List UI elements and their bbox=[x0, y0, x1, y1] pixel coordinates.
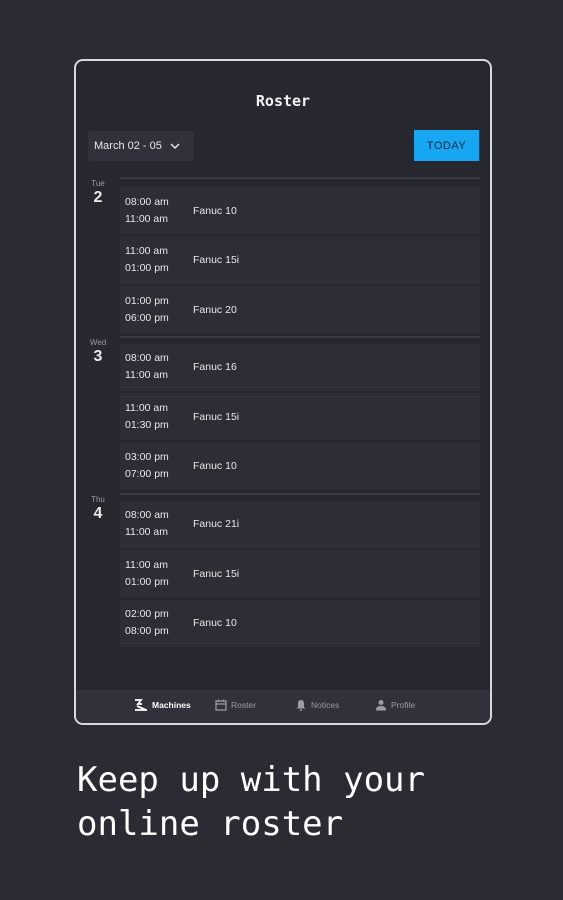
day-of-week: Tue bbox=[91, 179, 105, 188]
machines-icon bbox=[135, 699, 147, 711]
roster-entry[interactable]: 08:00 am 11:00 am Fanuc 10 bbox=[120, 187, 480, 234]
day-header: Wed 3 bbox=[86, 336, 110, 366]
entry-times: 08:00 am 11:00 am bbox=[120, 350, 182, 384]
bottom-nav: Machines Roster Notices Profile bbox=[76, 690, 490, 723]
calendar-icon bbox=[215, 699, 227, 711]
machine-name: Fanuc 15i bbox=[193, 254, 240, 267]
entry-times: 03:00 pm 07:00 pm bbox=[120, 449, 182, 483]
end-time: 01:00 pm bbox=[125, 575, 169, 588]
nav-item-profile[interactable]: Profile bbox=[375, 699, 415, 711]
roster-entry[interactable]: 08:00 am 11:00 am Fanuc 21i bbox=[120, 500, 480, 548]
bell-icon bbox=[296, 700, 306, 711]
machine-name: Fanuc 21i bbox=[193, 518, 240, 531]
start-time: 11:00 am bbox=[125, 245, 168, 258]
entry-times: 11:00 am 01:00 pm bbox=[120, 557, 182, 591]
day-events: 08:00 am 11:00 am Fanuc 10 11:00 am 01:00 … bbox=[120, 177, 480, 334]
entry-times: 08:00 am 11:00 am bbox=[120, 507, 182, 541]
end-time: 11:00 am bbox=[125, 526, 168, 539]
day-events: 08:00 am 11:00 am Fanuc 21i 11:00 am 01:00… bbox=[120, 492, 480, 647]
start-time: 01:00 pm bbox=[125, 294, 169, 307]
start-time: 11:00 am bbox=[125, 401, 168, 414]
date-range-select[interactable]: March 02 - 05 bbox=[88, 131, 194, 161]
machine-name: Fanuc 16 bbox=[193, 361, 237, 374]
start-time: 11:00 am bbox=[125, 558, 168, 571]
end-time: 06:00 pm bbox=[125, 311, 169, 324]
start-time: 08:00 am bbox=[125, 509, 169, 522]
start-time: 03:00 pm bbox=[125, 451, 169, 464]
end-time: 11:00 am bbox=[125, 212, 168, 225]
end-time: 01:00 pm bbox=[125, 262, 169, 275]
roster-entry[interactable]: 11:00 am 01:00 pm Fanuc 15i bbox=[120, 236, 480, 284]
end-time: 08:00 pm bbox=[125, 625, 169, 638]
roster-entry[interactable]: 02:00 pm 08:00 pm Fanuc 10 bbox=[120, 599, 480, 647]
machine-name: Fanuc 10 bbox=[193, 617, 237, 630]
end-time: 11:00 am bbox=[125, 369, 168, 382]
day-events: 08:00 am 11:00 am Fanuc 16 11:00 am 01:30 … bbox=[120, 335, 480, 490]
nav-item-notices[interactable]: Notices bbox=[295, 699, 339, 711]
entry-times: 02:00 pm 08:00 pm bbox=[120, 606, 182, 640]
entry-times: 01:00 pm 06:00 pm bbox=[120, 293, 182, 327]
nav-item-machines[interactable]: Machines bbox=[134, 699, 191, 711]
person-icon bbox=[376, 700, 386, 711]
day-header: Thu 4 bbox=[86, 493, 110, 523]
chevron-down-icon bbox=[170, 143, 180, 150]
entry-times: 08:00 am 11:00 am bbox=[120, 194, 182, 228]
machine-name: Fanuc 15i bbox=[193, 567, 240, 580]
roster-entry[interactable]: 01:00 pm 06:00 pm Fanuc 20 bbox=[120, 286, 480, 334]
page-title: Roster bbox=[255, 92, 311, 110]
machine-name: Fanuc 20 bbox=[193, 303, 237, 316]
day-group: Wed 3 08:00 am 11:00 am Fanuc 16 11:00 am… bbox=[86, 335, 480, 490]
nav-label: Machines bbox=[152, 700, 191, 710]
start-time: 08:00 am bbox=[125, 195, 169, 208]
entry-times: 11:00 am 01:30 pm bbox=[120, 400, 182, 434]
roster-entry[interactable]: 11:00 am 01:00 pm Fanuc 15i bbox=[120, 550, 480, 598]
entry-times: 11:00 am 01:00 pm bbox=[120, 243, 182, 277]
date-range-value: March 02 - 05 bbox=[94, 140, 162, 152]
phone-screen: Roster March 02 - 05 TODAY Tue 2 08:00 a… bbox=[74, 59, 492, 725]
day-number: 2 bbox=[93, 189, 103, 206]
machine-name: Fanuc 10 bbox=[193, 204, 237, 217]
tagline: Keep up with your online roster bbox=[77, 758, 547, 846]
day-of-week: Wed bbox=[89, 337, 107, 347]
nav-item-roster[interactable]: Roster bbox=[215, 699, 256, 711]
start-time: 02:00 pm bbox=[125, 608, 169, 621]
tagline-line: online roster bbox=[77, 804, 344, 844]
day-number: 3 bbox=[93, 347, 103, 365]
day-group: Tue 2 08:00 am 11:00 am Fanuc 10 11:00 am… bbox=[86, 177, 480, 334]
tagline-line: Keep up with your bbox=[77, 760, 425, 800]
end-time: 07:00 pm bbox=[125, 468, 169, 481]
day-header: Tue 2 bbox=[86, 177, 110, 207]
machine-name: Fanuc 10 bbox=[193, 460, 237, 473]
nav-label: Roster bbox=[231, 700, 257, 710]
roster-entry[interactable]: 03:00 pm 07:00 pm Fanuc 10 bbox=[120, 442, 480, 490]
nav-label: Notices bbox=[311, 700, 340, 710]
day-group: Thu 4 08:00 am 11:00 am Fanuc 21i 11:00 a… bbox=[86, 492, 480, 647]
roster-entry[interactable]: 11:00 am 01:30 pm Fanuc 15i bbox=[120, 393, 480, 441]
roster-list: Tue 2 08:00 am 11:00 am Fanuc 10 11:00 am… bbox=[86, 177, 480, 649]
end-time: 01:30 pm bbox=[125, 418, 169, 431]
day-number: 4 bbox=[93, 504, 103, 522]
roster-entry[interactable]: 08:00 am 11:00 am Fanuc 16 bbox=[120, 343, 480, 391]
start-time: 08:00 am bbox=[125, 352, 169, 365]
today-button[interactable]: TODAY bbox=[414, 130, 479, 161]
machine-name: Fanuc 15i bbox=[193, 410, 240, 423]
day-of-week: Thu bbox=[91, 494, 105, 504]
nav-label: Profile bbox=[391, 700, 416, 710]
